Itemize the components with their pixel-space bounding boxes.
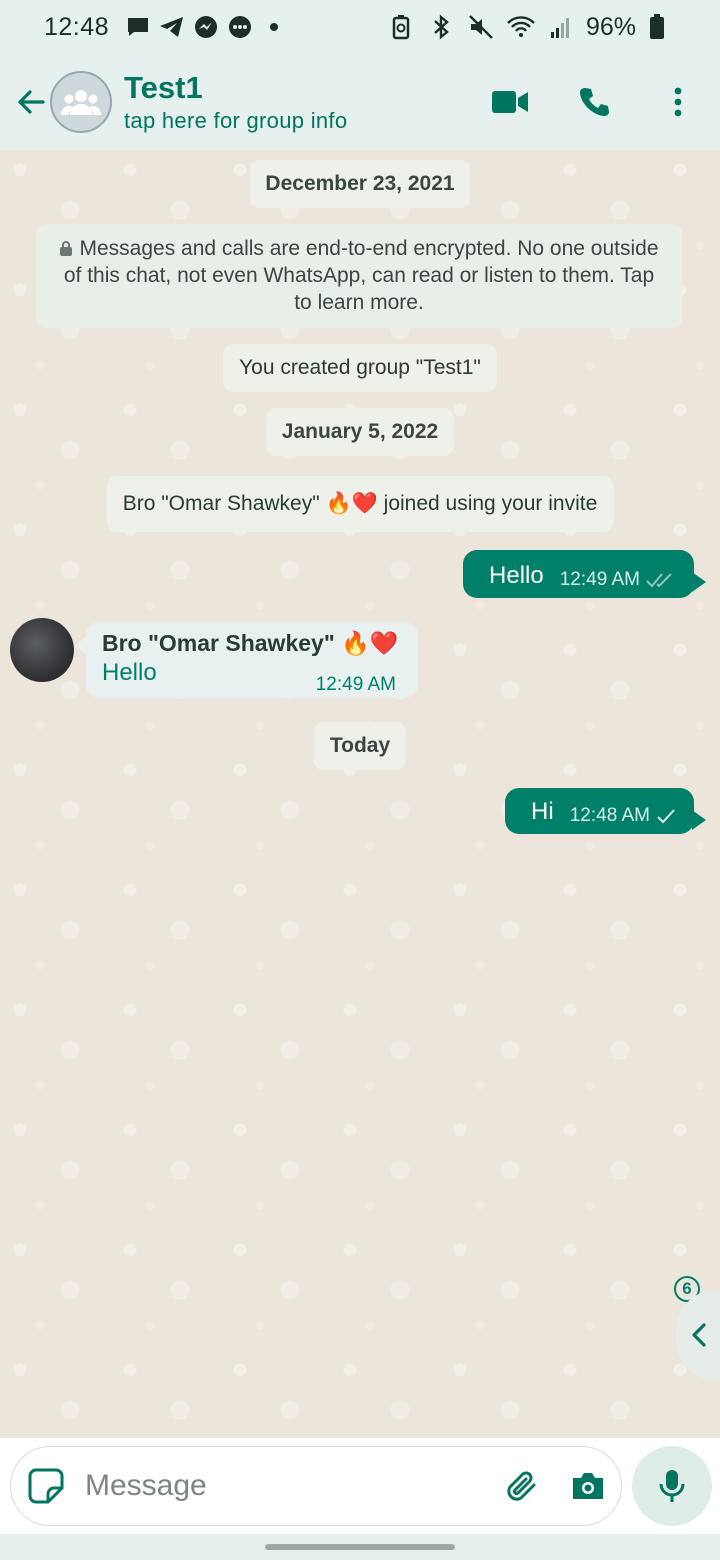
system-nav-bar [0,1534,720,1560]
attach-button[interactable] [489,1446,555,1526]
outgoing-message[interactable]: Hello 12:49 AM [463,550,706,598]
microphone-icon [659,1470,685,1502]
outgoing-message[interactable]: Hi 12:48 AM [505,788,706,834]
video-call-icon [492,91,528,113]
video-call-button[interactable] [468,54,552,150]
messenger-icon [191,12,221,42]
message-composer [0,1438,720,1534]
chevron-left-icon [692,1323,706,1347]
date-divider: Today [313,722,407,770]
more-options-icon [674,87,682,117]
telegram-icon [157,12,187,42]
message-input[interactable] [85,1469,465,1503]
gesture-handle[interactable] [265,1544,455,1550]
battery-saver-icon [386,12,416,42]
sticker-icon [28,1468,64,1504]
signal-icon [546,12,576,42]
member-joined-notice: Bro "Omar Shawkey" 🔥❤️ joined using your… [106,476,614,532]
voice-record-button[interactable] [632,1446,712,1526]
status-bar: 12:48 96% [0,0,720,54]
status-time: 12:48 [44,12,110,41]
chat-notification-icon [123,12,153,42]
battery-percent: 96% [585,12,636,41]
chat-title-block[interactable]: Test1 tap here for group info [124,70,347,134]
back-arrow-icon [18,90,45,114]
chat-header: Test1 tap here for group info [0,54,720,150]
incoming-message[interactable]: Bro "Omar Shawkey" 🔥❤️ Hello 12:49 AM [74,622,418,698]
double-check-icon [646,573,672,588]
camera-icon [573,1473,603,1499]
chat-area[interactable]: December 23, 2021 Messages and calls are… [0,150,720,1438]
wifi-icon [506,12,536,42]
encryption-text: Messages and calls are end-to-end encryp… [63,237,659,314]
battery-icon [642,12,672,42]
group-created-notice: You created group "Test1" [223,344,497,392]
dot-icon [259,12,289,42]
date-divider: January 5, 2022 [265,408,455,456]
single-check-icon [657,809,675,824]
group-avatar[interactable] [50,71,112,133]
sender-avatar[interactable] [10,618,74,682]
back-button[interactable] [6,54,56,150]
lock-icon [60,241,73,256]
date-divider: December 23, 2021 [249,160,471,208]
message-text: Hi [531,798,554,825]
encryption-notice[interactable]: Messages and calls are end-to-end encryp… [36,224,682,328]
mute-icon [466,12,496,42]
group-icon [61,90,101,115]
camera-button[interactable] [555,1446,621,1526]
paperclip-icon [507,1471,536,1501]
message-time: 12:49 AM [315,674,396,695]
bluetooth-icon [426,12,456,42]
sms-icon [225,12,255,42]
more-options-button[interactable] [636,54,720,150]
message-input-box [10,1446,622,1526]
message-text: Hello [489,562,544,589]
message-time: 12:49 AM [559,569,640,590]
message-time: 12:48 AM [569,805,650,826]
sender-name: Bro "Omar Shawkey" 🔥❤️ [102,630,399,656]
chat-subtitle: tap here for group info [124,108,348,133]
sticker-button[interactable] [11,1446,81,1526]
voice-call-icon [580,88,609,116]
chat-title: Test1 [124,70,203,105]
voice-call-button[interactable] [552,54,636,150]
